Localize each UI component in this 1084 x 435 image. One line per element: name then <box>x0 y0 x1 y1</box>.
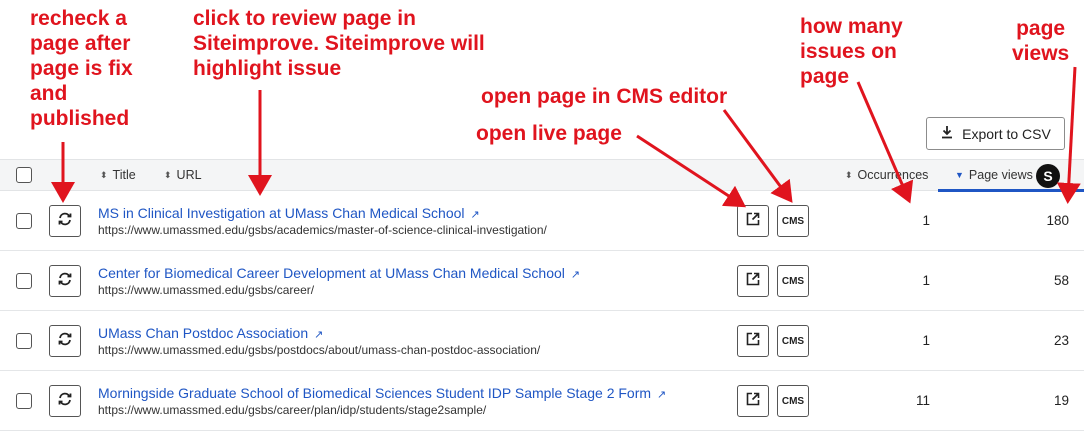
refresh-icon <box>57 391 73 412</box>
annotation-issues-count: how many issues on page <box>800 15 903 88</box>
open-live-page-button[interactable] <box>737 385 769 417</box>
sort-desc-icon: ▼ <box>955 169 964 180</box>
row-checkbox[interactable] <box>16 393 32 409</box>
row-checkbox[interactable] <box>16 213 32 229</box>
header-url[interactable]: ⬍ URL <box>164 168 202 182</box>
table-row: Morningside Graduate School of Biomedica… <box>0 371 1084 431</box>
annotation-recheck: recheck a page after page is fix and pub… <box>30 7 133 130</box>
refresh-icon <box>57 331 73 352</box>
annotation-review: click to review page in Siteimprove. Sit… <box>193 7 485 80</box>
open-live-page-button[interactable] <box>737 205 769 237</box>
annotation-live-page: open live page <box>476 122 622 145</box>
open-live-page-button[interactable] <box>737 265 769 297</box>
open-live-page-button[interactable] <box>737 325 769 357</box>
page-url: https://www.umassmed.edu/gsbs/academics/… <box>98 223 547 237</box>
annotation-cms-editor: open page in CMS editor <box>481 85 728 108</box>
header-page-views[interactable]: ▼ Page views <box>955 168 1033 182</box>
row-checkbox[interactable] <box>16 333 32 349</box>
export-csv-label: Export to CSV <box>962 125 1051 142</box>
open-in-new-icon <box>746 392 760 411</box>
download-icon <box>940 125 954 142</box>
page-title-link[interactable]: UMass Chan Postdoc Association ↗ <box>98 325 323 341</box>
recheck-button[interactable] <box>49 265 81 297</box>
export-csv-button[interactable]: Export to CSV <box>926 117 1065 150</box>
occurrences-value: 1 <box>922 333 930 348</box>
recheck-button[interactable] <box>49 325 81 357</box>
select-all-checkbox[interactable] <box>16 167 32 183</box>
page-title-link[interactable]: Morningside Graduate School of Biomedica… <box>98 385 666 401</box>
page-url: https://www.umassmed.edu/gsbs/career/ <box>98 283 315 297</box>
page-url: https://www.umassmed.edu/gsbs/postdocs/a… <box>98 343 541 357</box>
open-cms-button[interactable]: CMS <box>777 325 809 357</box>
header-occurrences[interactable]: ⬍ Occurrences <box>845 168 928 182</box>
occurrences-value: 1 <box>922 213 930 228</box>
table-row: MS in Clinical Investigation at UMass Ch… <box>0 191 1084 251</box>
open-cms-button[interactable]: CMS <box>777 265 809 297</box>
occurrences-value: 11 <box>915 393 930 408</box>
table-header: ⬍ Title ⬍ URL ⬍ Occurrences ▼ Page views… <box>0 159 1084 192</box>
row-checkbox[interactable] <box>16 273 32 289</box>
page-views-value: 58 <box>1053 273 1069 288</box>
recheck-button[interactable] <box>49 385 81 417</box>
page-title-link[interactable]: Center for Biomedical Career Development… <box>98 265 580 281</box>
siteimprove-icon[interactable]: S <box>1036 164 1060 188</box>
recheck-button[interactable] <box>49 205 81 237</box>
refresh-icon <box>57 211 73 232</box>
sort-icon: ⬍ <box>164 169 172 180</box>
occurrences-value: 1 <box>922 273 930 288</box>
page-views-value: 180 <box>1046 213 1069 228</box>
sort-icon: ⬍ <box>845 169 853 180</box>
external-link-icon: ↗ <box>570 269 581 281</box>
page-views-value: 19 <box>1053 393 1069 408</box>
page-title-link[interactable]: MS in Clinical Investigation at UMass Ch… <box>98 205 480 221</box>
open-in-new-icon <box>746 332 760 351</box>
table-row: UMass Chan Postdoc Association ↗ https://… <box>0 311 1084 371</box>
open-in-new-icon <box>746 212 760 231</box>
refresh-icon <box>57 271 73 292</box>
external-link-icon: ↗ <box>657 389 667 401</box>
page-url: https://www.umassmed.edu/gsbs/career/pla… <box>98 403 487 417</box>
open-cms-button[interactable]: CMS <box>777 205 809 237</box>
table-row: Center for Biomedical Career Development… <box>0 251 1084 311</box>
external-link-icon: ↗ <box>470 209 480 221</box>
external-link-icon: ↗ <box>314 329 324 341</box>
sort-icon: ⬍ <box>100 169 108 180</box>
open-cms-button[interactable]: CMS <box>777 385 809 417</box>
header-title[interactable]: ⬍ Title <box>100 168 136 182</box>
page-views-value: 23 <box>1053 333 1069 348</box>
open-in-new-icon <box>746 272 760 291</box>
annotation-page-views: page views <box>1012 17 1070 65</box>
